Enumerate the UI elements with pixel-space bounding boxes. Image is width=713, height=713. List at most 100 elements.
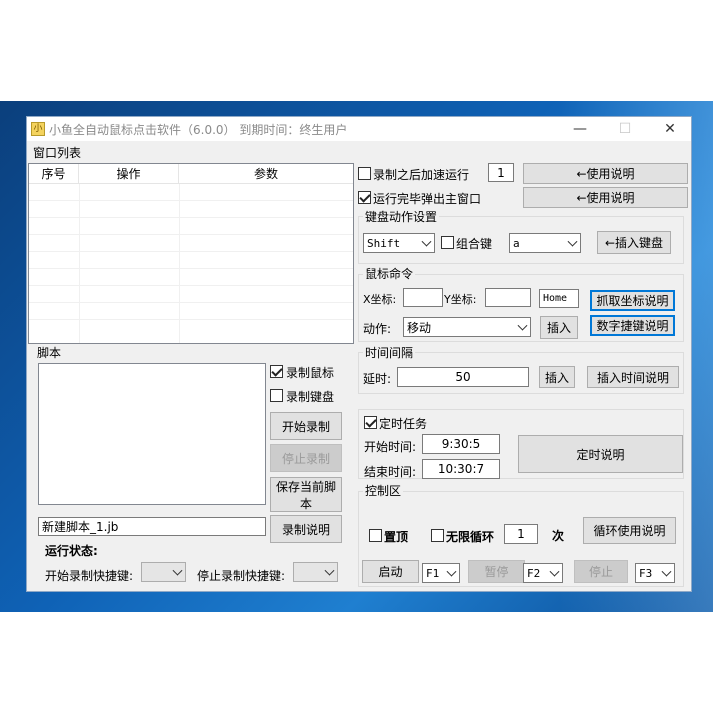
grab-coord-help-button[interactable]: 抓取坐标说明 [590, 290, 675, 311]
infinite-loop-label: 无限循环 [446, 530, 495, 544]
start-hotkey-select[interactable] [141, 562, 186, 582]
stop-button[interactable]: 停止 [574, 560, 628, 583]
app-fish-icon: 小 [31, 122, 45, 136]
record-mouse-checkbox[interactable] [270, 365, 283, 378]
timer-start-label: 开始时间: [364, 440, 417, 454]
insert-mouse-button[interactable]: 插入 [540, 316, 578, 339]
popup-after-run-label: 运行完毕弹出主窗口 [373, 192, 482, 206]
help-button-1[interactable]: ←使用说明 [523, 163, 688, 184]
table-row[interactable] [29, 270, 353, 286]
loop-count-input[interactable]: 1 [504, 524, 538, 544]
stop-record-button[interactable]: 停止录制 [270, 444, 342, 472]
stop-key-select[interactable]: F3 [635, 563, 675, 583]
chevron-down-icon [446, 566, 457, 577]
column-header-index[interactable]: 序号 [29, 164, 79, 184]
close-button[interactable]: ✕ [647, 117, 693, 141]
table-row[interactable] [29, 304, 353, 320]
number-hotkey-help-button[interactable]: 数字捷键说明 [590, 315, 675, 336]
speed-value-input[interactable]: 1 [488, 163, 514, 182]
menu-bar: 窗口列表 [27, 141, 691, 161]
timer-end-label: 结束时间: [364, 465, 417, 479]
table-row[interactable] [29, 185, 353, 201]
start-hotkey-label: 开始录制快捷键: [45, 569, 134, 583]
column-divider [79, 184, 80, 343]
coord-hotkey-field[interactable]: Home [539, 289, 579, 308]
maximize-button[interactable]: ☐ [602, 117, 648, 141]
column-header-action[interactable]: 操作 [79, 164, 179, 184]
combo-key-value: a [513, 236, 520, 250]
delay-input[interactable]: 50 [397, 367, 529, 387]
x-coord-label: X坐标: [363, 293, 397, 306]
record-keyboard-checkbox[interactable] [270, 389, 283, 402]
start-key-value: F1 [426, 566, 440, 580]
table-row[interactable] [29, 219, 353, 235]
infinite-loop-checkbox[interactable] [431, 529, 444, 542]
insert-keyboard-button[interactable]: ←插入键盘 [597, 231, 671, 254]
combo-key-select[interactable]: a [509, 233, 581, 253]
mouse-action-value: 移动 [407, 320, 432, 335]
speed-after-record-checkbox[interactable] [358, 167, 371, 180]
topmost-label: 置顶 [384, 530, 409, 544]
speed-after-record-label: 录制之后加速运行 [373, 168, 470, 182]
window-title: 小鱼全自动鼠标点击软件（6.0.0） 到期时间：终生用户 [49, 123, 348, 137]
control-group-label: 控制区 [363, 482, 404, 499]
timer-end-input[interactable]: 10:30:7 [422, 459, 500, 479]
help-button-2[interactable]: ←使用说明 [523, 187, 688, 208]
record-mouse-label: 录制鼠标 [286, 366, 335, 380]
chevron-down-icon [567, 236, 578, 247]
script-textarea[interactable] [38, 363, 266, 505]
run-status-label: 运行状态: [45, 544, 98, 558]
save-script-button[interactable]: 保存当前脚本 [270, 477, 342, 512]
stop-hotkey-select[interactable] [293, 562, 338, 582]
pause-button[interactable]: 暂停 [468, 560, 525, 583]
timer-start-input[interactable]: 9:30:5 [422, 434, 500, 454]
delay-label: 延时: [363, 372, 392, 386]
command-table[interactable]: 序号 操作 参数 [28, 163, 354, 344]
insert-time-help-button[interactable]: 插入时间说明 [587, 366, 679, 388]
mouse-group-label: 鼠标命令 [363, 265, 416, 282]
start-record-button[interactable]: 开始录制 [270, 412, 342, 440]
chevron-down-icon [421, 236, 432, 247]
mouse-action-select[interactable]: 移动 [403, 317, 531, 337]
keyboard-key-value: Shift [367, 236, 401, 250]
insert-delay-button[interactable]: 插入 [539, 366, 575, 388]
timer-label: 定时任务 [379, 417, 428, 431]
x-coord-input[interactable] [403, 288, 443, 307]
times-label: 次 [552, 529, 565, 543]
keyboard-key-select[interactable]: Shift [363, 233, 435, 253]
chevron-down-icon [324, 565, 335, 576]
action-label: 动作: [363, 322, 392, 336]
loop-help-button[interactable]: 循环使用说明 [583, 517, 676, 544]
stop-key-value: F3 [639, 566, 653, 580]
keyboard-group-label: 键盘动作设置 [363, 208, 440, 225]
minimize-button[interactable]: — [557, 117, 603, 141]
pause-key-select[interactable]: F2 [523, 563, 563, 583]
chevron-down-icon [661, 566, 672, 577]
topmost-checkbox[interactable] [369, 529, 382, 542]
timer-help-button[interactable]: 定时说明 [518, 435, 683, 473]
column-header-params[interactable]: 参数 [179, 164, 353, 184]
script-group-label: 脚本 [35, 344, 64, 361]
column-divider [179, 184, 180, 343]
script-filename-input[interactable]: 新建脚本_1.jb [38, 517, 266, 536]
timer-checkbox[interactable] [364, 416, 377, 429]
table-row[interactable] [29, 236, 353, 252]
interval-group-label: 时间间隔 [363, 344, 416, 361]
chevron-down-icon [172, 565, 183, 576]
chevron-down-icon [549, 566, 560, 577]
chevron-down-icon [517, 320, 528, 331]
menu-window-list[interactable]: 窗口列表 [33, 144, 81, 161]
table-row[interactable] [29, 287, 353, 303]
table-row[interactable] [29, 253, 353, 269]
title-bar[interactable]: 小 小鱼全自动鼠标点击软件（6.0.0） 到期时间：终生用户 — ☐ ✕ [27, 117, 691, 141]
main-window: 小 小鱼全自动鼠标点击软件（6.0.0） 到期时间：终生用户 — ☐ ✕ 窗口列… [26, 116, 692, 592]
start-button[interactable]: 启动 [362, 560, 419, 583]
popup-after-run-checkbox[interactable] [358, 191, 371, 204]
record-help-button[interactable]: 录制说明 [270, 515, 342, 543]
y-coord-input[interactable] [485, 288, 531, 307]
table-row[interactable] [29, 202, 353, 218]
combo-key-label: 组合键 [456, 237, 493, 251]
combo-key-checkbox[interactable] [441, 236, 454, 249]
start-key-select[interactable]: F1 [422, 563, 460, 583]
pause-key-value: F2 [527, 566, 541, 580]
